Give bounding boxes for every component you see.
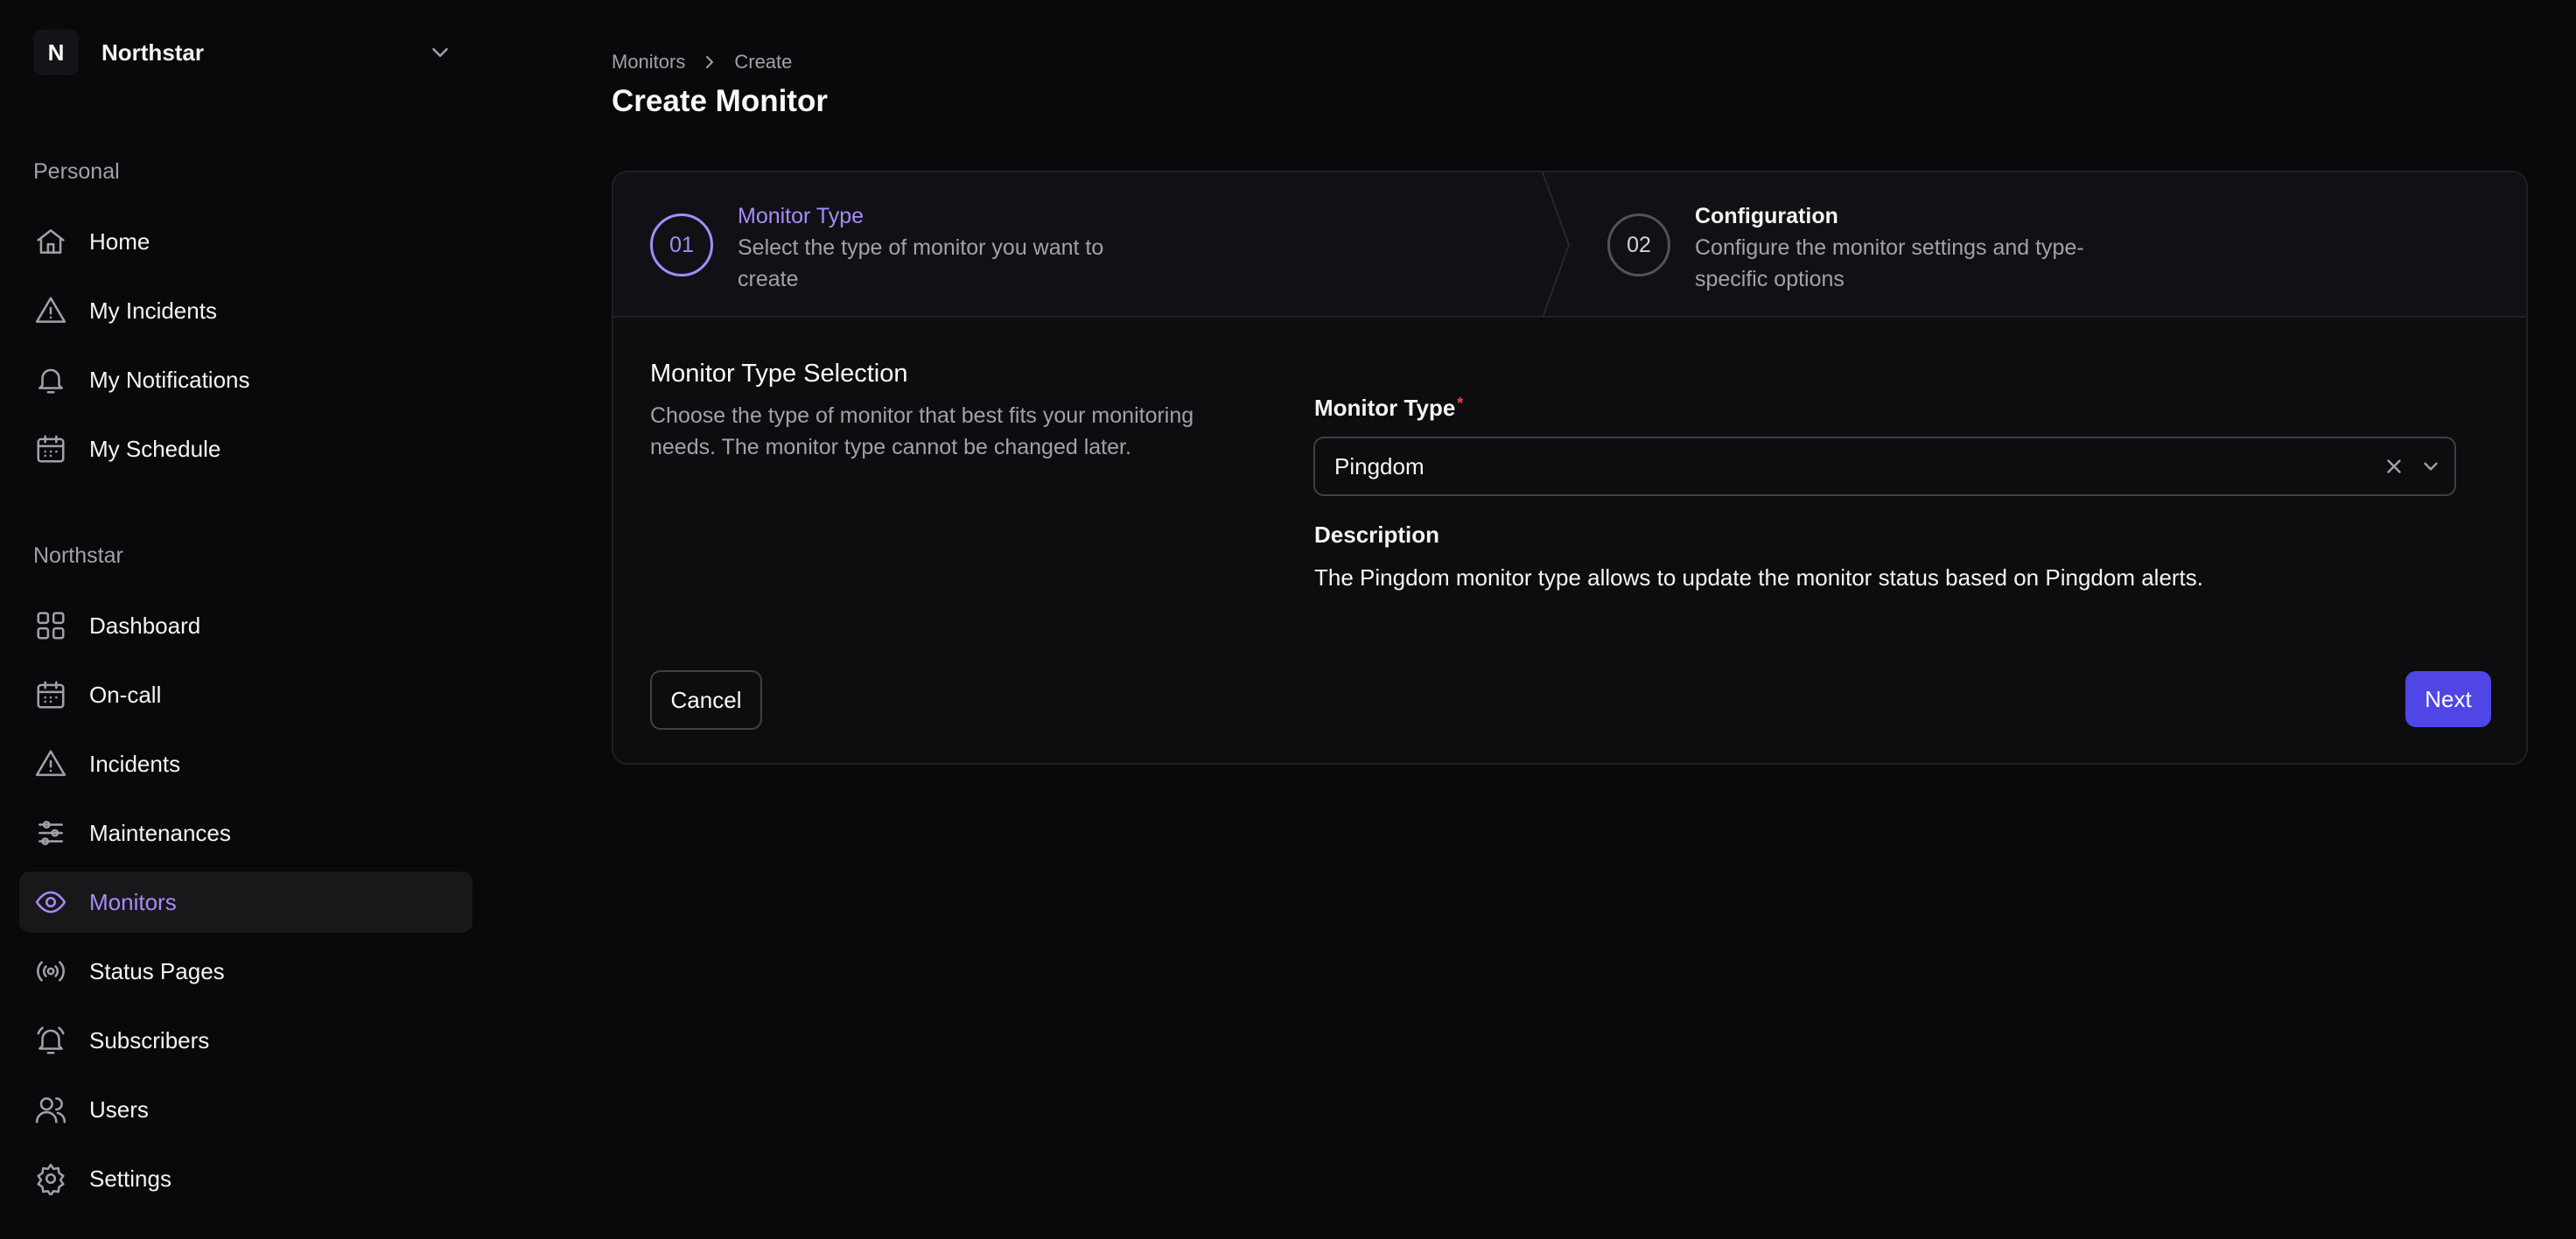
step-divider-icon xyxy=(1542,172,1571,318)
sidebar-item-users[interactable]: Users xyxy=(19,1079,472,1140)
sidebar-item-label: Settings xyxy=(89,1165,172,1192)
bell-icon xyxy=(33,362,68,397)
sidebar-item-label: Maintenances xyxy=(89,819,231,846)
eye-icon xyxy=(33,885,68,920)
chevron-right-icon xyxy=(706,56,714,68)
sidebar-item-label: My Notifications xyxy=(89,366,250,393)
sidebar-item-on-call[interactable]: On-call xyxy=(19,664,472,725)
alert-triangle-icon xyxy=(33,746,68,781)
cancel-button[interactable]: Cancel xyxy=(650,670,762,730)
step-configuration[interactable]: 02 Configuration Configure the monitor s… xyxy=(1607,172,2089,318)
calendar-icon xyxy=(33,431,68,466)
app-root: N Northstar Personal Home My Incidents M… xyxy=(0,0,2576,1239)
chevron-down-icon[interactable] xyxy=(2418,453,2444,480)
org-switcher[interactable]: N Northstar xyxy=(33,24,462,80)
org-name: Northstar xyxy=(102,38,205,66)
section-label-org: Northstar xyxy=(33,543,123,568)
calendar-icon xyxy=(33,677,68,712)
grid-icon xyxy=(33,608,68,643)
sidebar: N Northstar Personal Home My Incidents M… xyxy=(0,0,494,1239)
sidebar-item-label: Users xyxy=(89,1096,149,1123)
step-monitor-type[interactable]: 01 Monitor Type Select the type of monit… xyxy=(650,172,1131,318)
sidebar-item-label: Incidents xyxy=(89,750,181,777)
breadcrumb-item-monitors[interactable]: Monitors xyxy=(612,51,685,74)
users-icon xyxy=(33,1092,68,1127)
step-number: 01 xyxy=(650,214,713,276)
broadcast-icon xyxy=(33,954,68,989)
sidebar-item-label: On-call xyxy=(89,681,162,708)
sidebar-item-label: Status Pages xyxy=(89,957,225,984)
sidebar-item-my-incidents[interactable]: My Incidents xyxy=(19,280,472,341)
sidebar-item-my-schedule[interactable]: My Schedule xyxy=(19,418,472,480)
description-label: Description xyxy=(1314,522,1440,548)
home-icon xyxy=(33,224,68,259)
sidebar-item-dashboard[interactable]: Dashboard xyxy=(19,595,472,656)
field-label-text: Monitor Type xyxy=(1314,395,1456,421)
sidebar-item-settings[interactable]: Settings xyxy=(19,1148,472,1209)
step-description: Select the type of monitor you want to c… xyxy=(738,235,1104,291)
sidebar-item-monitors[interactable]: Monitors xyxy=(19,872,472,933)
sidebar-item-label: Home xyxy=(89,228,150,255)
step-description: Configure the monitor settings and type-… xyxy=(1695,235,2084,291)
sidebar-item-label: Dashboard xyxy=(89,612,201,639)
sidebar-item-label: My Incidents xyxy=(89,297,217,324)
stepper: 01 Monitor Type Select the type of monit… xyxy=(613,172,2526,318)
org-avatar: N xyxy=(33,30,79,75)
section-title: Monitor Type Selection xyxy=(650,360,908,388)
bell-ring-icon xyxy=(33,1023,68,1058)
sliders-icon xyxy=(33,816,68,850)
select-value: Pingdom xyxy=(1334,452,1424,480)
create-monitor-card: 01 Monitor Type Select the type of monit… xyxy=(612,171,2528,765)
sidebar-item-incidents[interactable]: Incidents xyxy=(19,733,472,794)
page-title: Create Monitor xyxy=(612,84,828,118)
sidebar-item-subscribers[interactable]: Subscribers xyxy=(19,1010,472,1071)
sidebar-item-label: My Schedule xyxy=(89,435,221,462)
sidebar-item-maintenances[interactable]: Maintenances xyxy=(19,802,472,864)
step-title: Configuration xyxy=(1695,204,1838,228)
chevron-down-icon xyxy=(432,48,448,57)
clear-icon[interactable] xyxy=(2381,453,2407,480)
step-title: Monitor Type xyxy=(738,204,864,228)
sidebar-item-home[interactable]: Home xyxy=(19,211,472,272)
required-mark: * xyxy=(1457,395,1464,412)
sidebar-item-label: Subscribers xyxy=(89,1026,210,1054)
monitor-type-label: Monitor Type * xyxy=(1314,395,1463,422)
alert-triangle-icon xyxy=(33,293,68,328)
gear-icon xyxy=(33,1161,68,1196)
section-label-personal: Personal xyxy=(33,159,120,184)
sidebar-item-my-notifications[interactable]: My Notifications xyxy=(19,349,472,410)
description-text: The Pingdom monitor type allows to updat… xyxy=(1314,564,2204,591)
sidebar-item-status-pages[interactable]: Status Pages xyxy=(19,941,472,1002)
breadcrumb: Monitors Create xyxy=(612,49,792,75)
next-button[interactable]: Next xyxy=(2405,671,2491,727)
breadcrumb-item-create: Create xyxy=(734,51,793,73)
monitor-type-select[interactable]: Pingdom xyxy=(1313,437,2456,496)
step-number: 02 xyxy=(1607,214,1670,276)
sidebar-item-label: Monitors xyxy=(89,888,177,915)
section-description: Choose the type of monitor that best fit… xyxy=(650,403,1194,459)
